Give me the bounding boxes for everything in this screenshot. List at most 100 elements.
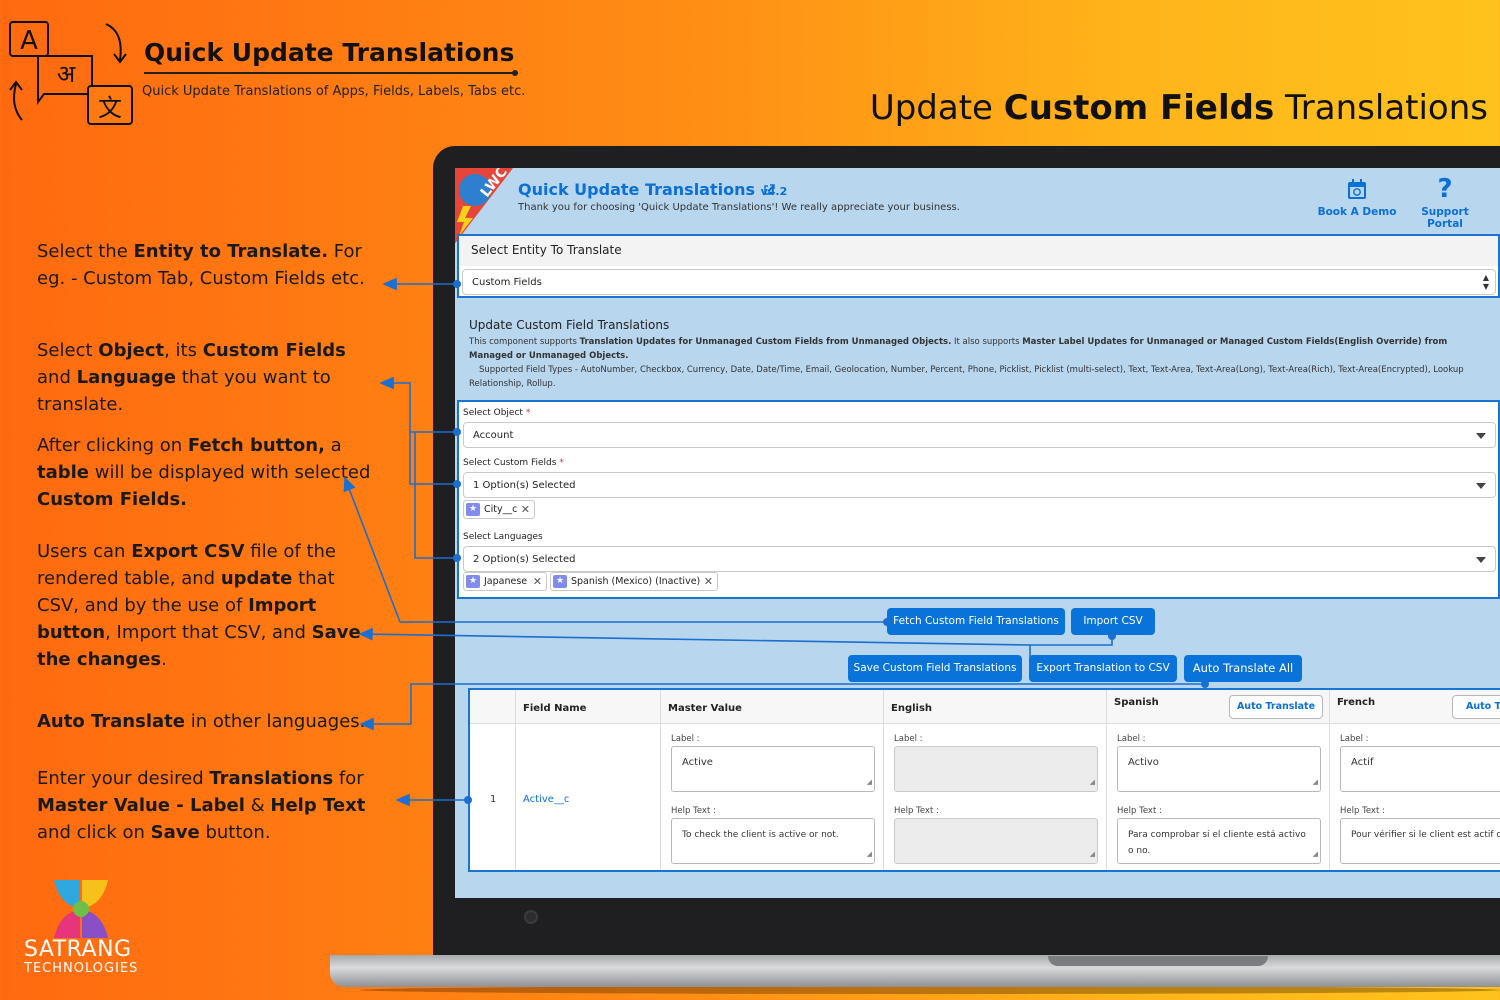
desc-segment: Object (98, 340, 165, 361)
languages-label: Select Languages (463, 532, 543, 542)
auto-translate-all-button[interactable]: Auto Translate All (1184, 655, 1302, 682)
app-title-text: Quick Update Translations (518, 180, 756, 199)
french-help-value: Pour vérifier si le client est actif ou … (1351, 830, 1500, 840)
resize-grip-icon[interactable]: ◢ (867, 846, 872, 862)
spanish-help-caption: Help Text : (1117, 806, 1162, 816)
spanish-help-value: Para comprobar si el cliente está activo… (1128, 830, 1306, 856)
desc-segment: Help Text (270, 795, 366, 816)
book-demo-button[interactable]: Book A Demo (1317, 176, 1397, 218)
import-csv-button[interactable]: Import CSV (1071, 608, 1155, 635)
support-portal-label: Support Portal (1421, 206, 1469, 230)
french-label-textarea[interactable]: Actif (1340, 746, 1500, 792)
star-icon: ★ (553, 575, 567, 588)
export-csv-button[interactable]: Export Translation to CSV (1029, 655, 1177, 682)
object-label-text: Select Object (463, 408, 523, 418)
master-label-caption: Label : (671, 734, 700, 744)
glyph-hindi: अ (57, 60, 76, 88)
brand-subtitle: Quick Update Translations of Apps, Field… (142, 84, 526, 99)
app-header: LWC Quick Update Translations v4.2 Thank… (455, 168, 1500, 244)
master-label-textarea[interactable]: Active ◢ (671, 746, 875, 792)
desc-segment: Enter your desired (37, 768, 210, 789)
resize-grip-icon[interactable]: ◢ (1313, 846, 1318, 862)
english-label-textarea[interactable]: ◢ (894, 746, 1098, 792)
english-label-caption: Label : (894, 734, 923, 744)
remove-pill-icon[interactable]: ✕ (533, 573, 542, 590)
satrang-logo-icon (54, 880, 108, 938)
desc-segment: Translations (209, 768, 334, 789)
desc-segment: a (324, 435, 342, 456)
fetch-button[interactable]: Fetch Custom Field Translations (887, 608, 1065, 635)
book-demo-label: Book A Demo (1317, 206, 1397, 218)
desc-entity: Select the Entity to Translate. For eg. … (37, 238, 382, 292)
headline-suffix: Translations (1274, 88, 1488, 128)
th-field-name: Field Name (523, 703, 587, 714)
brand-title: Quick Update Translations (144, 38, 515, 67)
master-help-textarea[interactable]: To check the client is active or not. ◢ (671, 818, 875, 864)
translations-table: Field Name Master Value English Spanish … (468, 688, 1500, 872)
remove-pill-icon[interactable]: ✕ (704, 573, 713, 590)
resize-grip-icon[interactable]: ◢ (1313, 774, 1318, 790)
company-name: SATRANG (24, 937, 132, 962)
brand-underline (144, 72, 518, 74)
question-icon: ? (1437, 174, 1453, 204)
save-button[interactable]: Save Custom Field Translations (848, 655, 1022, 682)
star-icon: ★ (466, 503, 480, 516)
custom-fields-select[interactable]: 1 Option(s) Selected (463, 472, 1496, 498)
app-title: Quick Update Translations v4.2 (518, 180, 787, 199)
desc-segment: Select the (37, 241, 134, 262)
info-box: Update Custom Field Translations This co… (461, 314, 1500, 392)
app-thanks-text: Thank you for choosing 'Quick Update Tra… (518, 202, 960, 213)
desc-segment: Language (76, 367, 176, 388)
resize-grip-icon[interactable]: ◢ (1090, 846, 1095, 862)
french-label-value: Actif (1351, 757, 1374, 768)
calendar-icon (1348, 179, 1366, 199)
desc-object: Select Object, its Custom Fields and Lan… (37, 337, 382, 418)
english-help-textarea[interactable]: ◢ (894, 818, 1098, 864)
spanish-help-textarea[interactable]: Para comprobar si el cliente está activo… (1117, 818, 1321, 864)
desc-segment: will be displayed with selected (89, 462, 371, 483)
col-index (470, 690, 516, 870)
support-portal-button[interactable]: ? Support Portal (1403, 176, 1487, 230)
object-select-value: Account (473, 430, 514, 441)
remove-pill-icon[interactable]: ✕ (521, 501, 530, 518)
external-link-icon[interactable] (763, 184, 775, 196)
language-pill-spanish[interactable]: ★ Spanish (Mexico) (Inactive) ✕ (550, 572, 718, 591)
master-label-value: Active (682, 757, 713, 768)
desc-segment: Custom Fields (202, 340, 346, 361)
desc-segment: Export CSV (131, 541, 245, 562)
row-field-link[interactable]: Active__c (523, 794, 569, 805)
object-required-mark: * (525, 408, 531, 418)
chevron-down-icon (1476, 433, 1486, 439)
desc-auto-translate: Auto Translate in other languages. (37, 708, 382, 735)
language-pill-japanese[interactable]: ★ Japanese ✕ (463, 572, 547, 591)
languages-select[interactable]: 2 Option(s) Selected (463, 546, 1496, 572)
info-text: This component supports Translation Upda… (469, 335, 1469, 363)
language-pill-label: Spanish (Mexico) (Inactive) (571, 576, 701, 587)
laptop-shadow (360, 986, 1500, 994)
app-screen: LWC Quick Update Translations v4.2 Thank… (455, 168, 1500, 898)
entity-select[interactable]: Custom Fields ▲ ▼ (462, 269, 1496, 295)
th-french: French (1337, 697, 1376, 708)
company-sub: TECHNOLOGIES (24, 961, 139, 976)
translate-logo-icon: A अ 文 (9, 21, 133, 125)
english-help-caption: Help Text : (894, 806, 939, 816)
resize-grip-icon[interactable]: ◢ (1090, 774, 1095, 790)
col-field-name (516, 690, 661, 870)
info-supported-types-text: Supported Field Types - AutoNumber, Chec… (469, 365, 1464, 389)
entity-panel-header: Select Entity To Translate (459, 236, 1498, 266)
auto-translate-french-button[interactable]: Auto Tr (1452, 695, 1500, 719)
desc-segment: Custom Fields. (37, 489, 188, 510)
entity-panel-title: Select Entity To Translate (471, 243, 622, 257)
info-text-c: It also supports (951, 337, 1023, 347)
spanish-label-textarea[interactable]: Activo ◢ (1117, 746, 1321, 792)
desc-segment: Users can (37, 541, 132, 562)
updown-caret-icon: ▲ ▼ (1482, 273, 1489, 291)
resize-grip-icon[interactable]: ◢ (867, 774, 872, 790)
info-supported-types: Supported Field Types - AutoNumber, Chec… (469, 363, 1469, 391)
auto-translate-spanish-button[interactable]: Auto Translate (1229, 695, 1323, 719)
desc-fetch: After clicking on Fetch button, a table … (37, 432, 382, 513)
headline: Update Custom Fields Translations (870, 88, 1488, 128)
french-help-textarea[interactable]: Pour vérifier si le client est actif ou … (1340, 818, 1500, 864)
object-select[interactable]: Account (463, 422, 1496, 448)
field-pill[interactable]: ★ City__c ✕ (463, 500, 535, 519)
